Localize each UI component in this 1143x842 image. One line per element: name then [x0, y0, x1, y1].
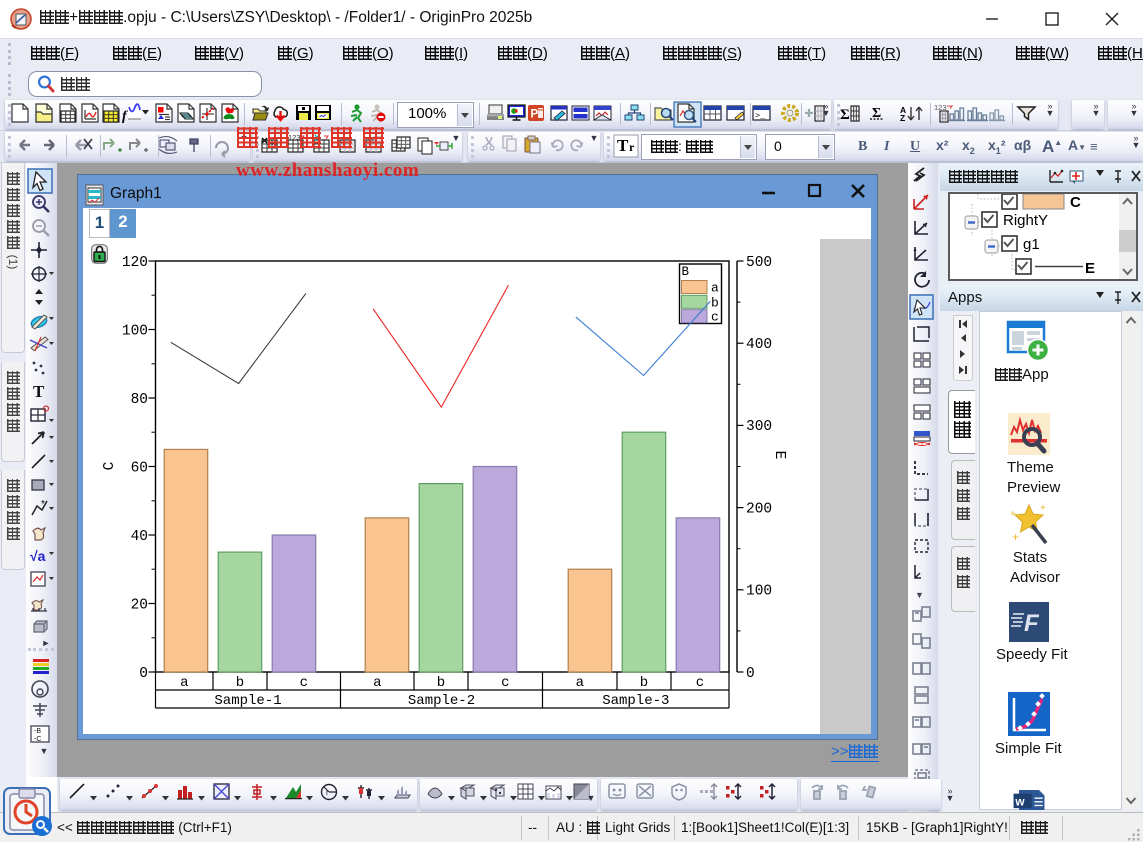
svg-text:w: w	[1014, 794, 1025, 808]
svg-text:+: +	[1040, 503, 1046, 514]
svg-text:>_: >_	[755, 111, 766, 121]
svg-text:P: P	[531, 109, 539, 121]
svg-text:T: T	[33, 382, 45, 401]
svg-text:▼: ▼	[915, 590, 924, 600]
svg-text:RightY: RightY	[1003, 212, 1048, 229]
svg-text:E: E	[1085, 260, 1095, 277]
svg-text:+: +	[1012, 530, 1019, 544]
svg-text:T: T	[617, 136, 629, 155]
svg-text:g1: g1	[1023, 236, 1040, 253]
svg-text:*: *	[41, 499, 45, 510]
svg-text:Σ: Σ	[872, 106, 881, 121]
svg-text:-B: -B	[34, 728, 41, 735]
svg-text:r: r	[629, 140, 635, 154]
svg-text:F: F	[1024, 610, 1040, 637]
svg-text:√a: √a	[30, 548, 46, 564]
svg-text:Σ: Σ	[840, 107, 850, 123]
svg-text:+: +	[1010, 509, 1016, 520]
svg-text:C: C	[1070, 194, 1081, 211]
svg-text:f: f	[122, 109, 128, 124]
svg-text:-C: -C	[34, 736, 41, 743]
